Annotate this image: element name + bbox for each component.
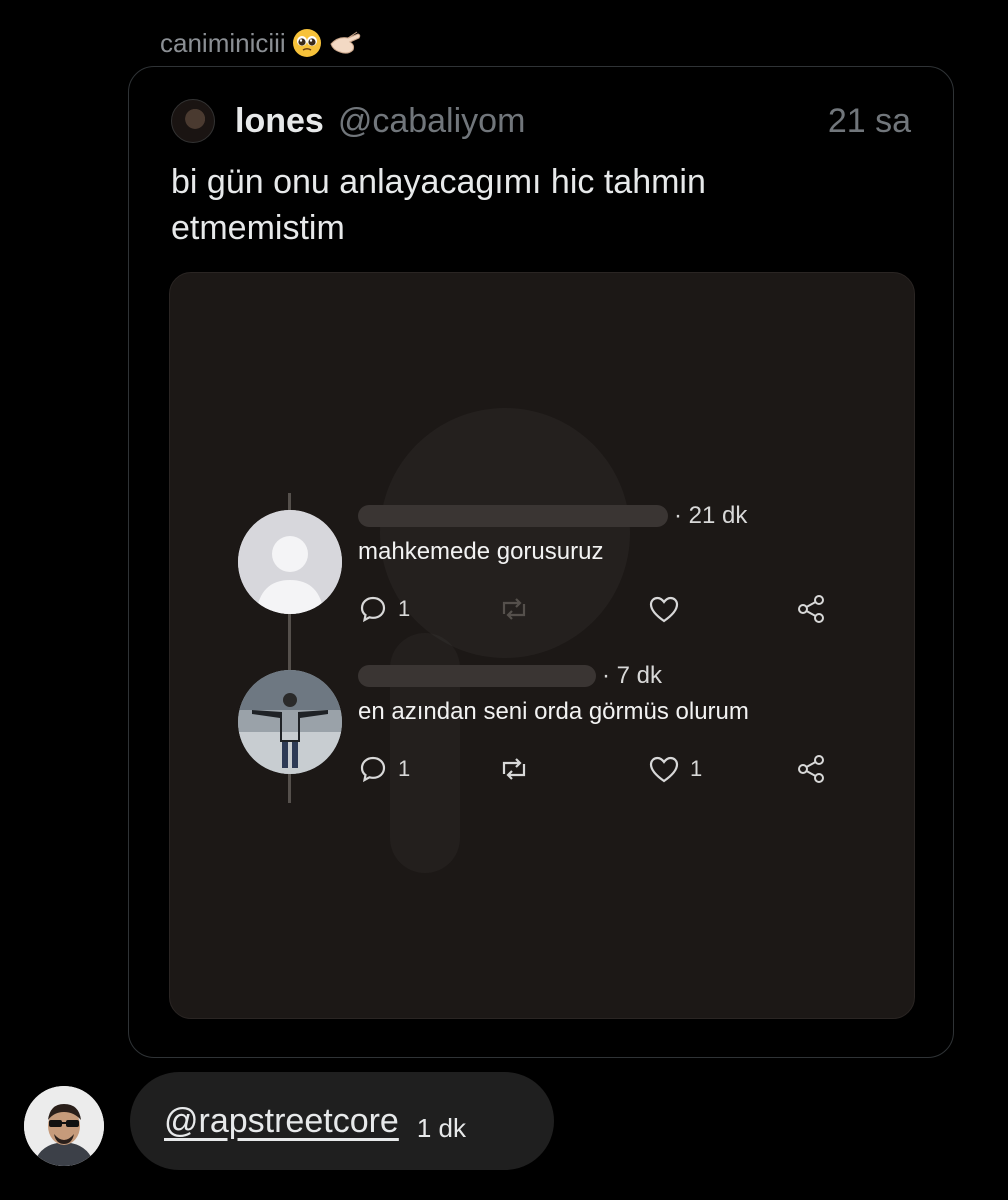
comment-meta: · 7 dk bbox=[358, 662, 662, 690]
media-image[interactable]: · 21 dk mahkemede gorusuruz 1 · 7 dk en … bbox=[169, 272, 915, 1019]
heart-icon bbox=[649, 596, 679, 623]
reply-count: 1 bbox=[398, 596, 411, 621]
share-action bbox=[796, 754, 826, 784]
repost-action bbox=[498, 594, 530, 624]
default-avatar-icon bbox=[238, 510, 342, 614]
sender-line: caniminiciii bbox=[160, 26, 362, 60]
comment-text: mahkemede gorusuruz bbox=[358, 538, 604, 565]
like-action: 1 bbox=[648, 754, 702, 784]
repost-action bbox=[498, 754, 530, 784]
comment-meta: · 21 dk bbox=[358, 502, 747, 530]
avatar bbox=[238, 670, 342, 774]
speech-bubble-icon bbox=[360, 756, 386, 783]
comment-time: · 21 dk bbox=[674, 502, 748, 529]
redacted-username bbox=[358, 505, 668, 527]
comment-actions: 1 bbox=[358, 594, 838, 628]
pinching-hand-icon bbox=[328, 26, 362, 60]
avatar[interactable] bbox=[171, 99, 215, 143]
mention-link[interactable]: @rapstreetcore bbox=[164, 1102, 399, 1141]
quoted-tweet-header: lones @cabaliyom 21 sa bbox=[171, 99, 911, 143]
like-action bbox=[648, 594, 680, 624]
timestamp: 21 sa bbox=[827, 101, 911, 140]
user-handle[interactable]: @cabaliyom bbox=[338, 102, 526, 141]
share-icon bbox=[798, 755, 824, 783]
quoted-tweet-card[interactable]: lones @cabaliyom 21 sa bi gün onu anlaya… bbox=[128, 66, 954, 1058]
avatar[interactable] bbox=[24, 1086, 104, 1166]
comment-text: en azından seni orda görmüs olurum bbox=[358, 698, 749, 725]
sender-name: caniminiciii bbox=[160, 27, 286, 58]
message-bubble[interactable]: @rapstreetcore 1 dk bbox=[130, 1072, 554, 1170]
reply-count: 1 bbox=[398, 756, 411, 781]
share-icon bbox=[798, 595, 824, 623]
speech-bubble-icon bbox=[360, 596, 386, 623]
message-time: 1 dk bbox=[416, 1112, 466, 1143]
comment-time: · 7 dk bbox=[602, 662, 663, 689]
reply-action: 1 bbox=[358, 754, 410, 784]
repost-icon bbox=[502, 758, 526, 780]
display-name[interactable]: lones bbox=[235, 102, 324, 141]
like-count: 1 bbox=[690, 756, 703, 781]
heart-icon bbox=[649, 756, 679, 783]
pleading-face-icon bbox=[290, 26, 324, 60]
comment-actions: 1 1 bbox=[358, 754, 838, 788]
reply-action: 1 bbox=[358, 594, 410, 624]
redacted-username bbox=[358, 665, 596, 687]
tweet-text: bi gün onu anlayacagımı hic tahmin etmem… bbox=[171, 163, 706, 247]
repost-icon bbox=[502, 598, 526, 620]
share-action bbox=[796, 594, 826, 624]
